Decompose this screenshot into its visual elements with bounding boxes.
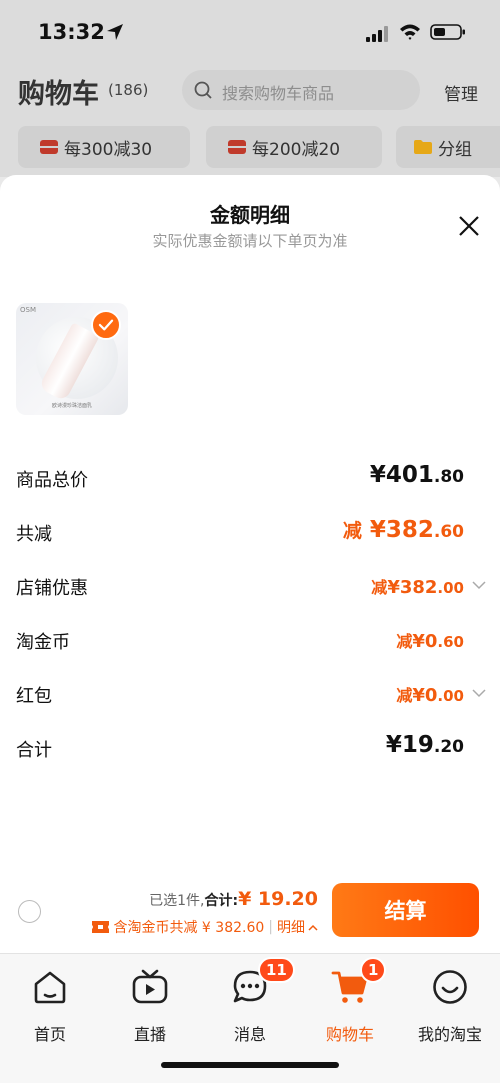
total-label: 合计:	[204, 893, 239, 909]
tab-label: 直播	[133, 1025, 166, 1044]
location-arrow-icon	[107, 24, 123, 40]
chevron-down-icon[interactable]	[472, 688, 486, 698]
search-input[interactable]: 搜索购物车商品	[182, 70, 420, 110]
manage-button[interactable]: 管理	[444, 80, 478, 105]
status-time: 13:32	[38, 20, 105, 44]
total-amount: ¥ 19.20	[238, 888, 318, 910]
chevron-up-icon	[308, 924, 318, 931]
settle-button[interactable]: 结算	[332, 883, 479, 937]
row-total-discount: 共减 减 ¥382.60	[16, 514, 486, 554]
coupon-icon	[40, 140, 58, 154]
sheet-title: 金额明细	[210, 203, 290, 227]
detail-label: 明细	[277, 920, 305, 936]
tab-cart[interactable]: 1 购物车	[300, 957, 400, 1046]
promo-chip-300[interactable]: 每300减30	[18, 126, 190, 168]
cart-badge: 1	[360, 957, 387, 983]
row-value: ¥401.80	[369, 462, 464, 488]
sheet-subtitle: 实际优惠金额请以下单页为准	[152, 232, 348, 250]
message-badge: 11	[258, 957, 295, 983]
product-caption: 欧诗漫珍珠洁面乳	[51, 403, 92, 409]
promo-chip-label: 每200减20	[252, 139, 341, 160]
chevron-down-icon[interactable]	[472, 580, 486, 590]
smile-icon	[433, 970, 467, 1004]
row-value: 减¥0.00	[396, 685, 464, 706]
tab-my-taobao[interactable]: 我的淘宝	[400, 966, 500, 1046]
amount-detail-sheet: 金额明细 实际优惠金额请以下单页为准 OSM 欧诗漫珍珠洁面乳 商品总价 ¥40…	[0, 175, 500, 953]
row-value: ¥19.20	[385, 732, 464, 758]
home-indicator	[161, 1062, 339, 1068]
tab-label: 首页	[33, 1025, 66, 1044]
tab-home[interactable]: 首页	[0, 966, 100, 1046]
row-store-discount[interactable]: 店铺优惠 减¥382.00	[16, 568, 486, 608]
row-value: 减¥0.60	[396, 631, 464, 652]
tab-live[interactable]: 直播	[100, 966, 200, 1046]
divider: |	[268, 919, 273, 935]
promo-chip-label: 分组	[438, 139, 472, 160]
battery-icon	[430, 24, 465, 40]
discount-detail-link[interactable]: 含淘金币共减 ¥ 382.60 | 明细	[92, 917, 318, 937]
row-goods-total: 商品总价 ¥401.80	[16, 460, 486, 500]
row-value: 减¥382.00	[371, 577, 464, 598]
promo-chip-label: 每300减30	[64, 139, 153, 160]
home-icon	[34, 971, 66, 1004]
search-placeholder: 搜索购物车商品	[222, 84, 335, 103]
row-label: 合计	[16, 740, 52, 761]
cart-count: (186)	[108, 81, 149, 99]
close-icon[interactable]	[458, 215, 480, 237]
row-label: 商品总价	[16, 470, 88, 491]
coupon-icon	[228, 140, 246, 154]
wifi-icon	[400, 24, 420, 40]
product-brand: OSM	[20, 306, 36, 314]
checkout-bar: 已选1件,合计:¥ 19.20 含淘金币共减 ¥ 382.60 | 明细 结算	[0, 870, 500, 953]
live-tv-icon	[132, 969, 168, 1004]
selected-count: 已选1件,	[149, 893, 205, 909]
selected-summary: 已选1件,合计:¥ 19.20	[149, 888, 318, 910]
row-red-packet[interactable]: 红包 减¥0.00	[16, 676, 486, 716]
group-chip[interactable]: 分组	[396, 126, 500, 168]
discount-text: 含淘金币共减 ¥ 382.60	[113, 920, 265, 936]
checked-icon[interactable]	[91, 310, 121, 340]
row-tao-coin: 淘金币 减¥0.60	[16, 622, 486, 662]
tab-label: 我的淘宝	[417, 1025, 482, 1044]
tab-label: 购物车	[325, 1025, 374, 1044]
search-icon	[194, 81, 212, 99]
cellular-signal-icon	[366, 26, 388, 42]
select-all-checkbox[interactable]	[18, 900, 41, 923]
row-grand-total: 合计 ¥19.20	[16, 730, 486, 770]
row-value: 减 ¥382.60	[342, 517, 464, 543]
promo-chip-200[interactable]: 每200减20	[206, 126, 382, 168]
row-label: 共减	[16, 524, 52, 545]
tab-messages[interactable]: 11 消息	[200, 957, 300, 1046]
row-label: 红包	[16, 686, 52, 707]
row-label: 淘金币	[16, 632, 70, 653]
cart-header: 购物车 (186) 搜索购物车商品 管理 每300减30 每200减20 分组	[0, 62, 500, 177]
status-bar: 13:32	[0, 0, 500, 62]
ticket-icon	[92, 921, 110, 933]
page-title: 购物车	[18, 79, 99, 110]
tab-label: 消息	[233, 1025, 266, 1044]
row-label: 店铺优惠	[16, 578, 88, 599]
folder-icon	[414, 140, 432, 154]
tab-bar: 首页 直播 11 消息 1 购物车 我的淘宝	[0, 953, 500, 1083]
